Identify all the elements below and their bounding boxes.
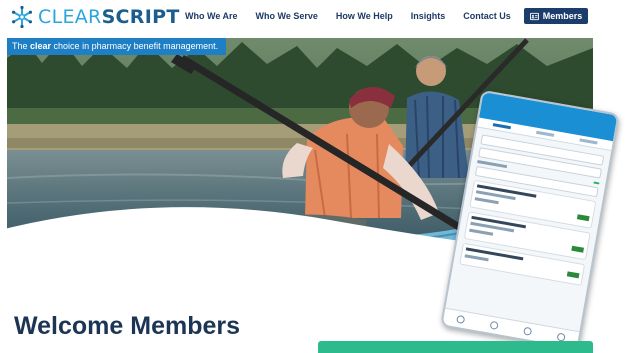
nav-how-we-help[interactable]: How We Help [336, 8, 393, 24]
page-title: Welcome Members [14, 312, 241, 340]
hero-tagline: The clear choice in pharmacy benefit man… [7, 38, 227, 55]
clearscript-logo[interactable]: CLEARSCRIPT [10, 5, 180, 29]
id-card-icon [529, 12, 539, 20]
logo-word-clear: CLEAR [38, 6, 102, 28]
members-cta-button[interactable] [318, 341, 593, 353]
main-nav: Who We Are Who We Serve How We Help Insi… [185, 8, 589, 24]
snowflake-icon [12, 5, 32, 29]
nav-who-we-are[interactable]: Who We Are [185, 8, 238, 24]
nav-who-we-serve[interactable]: Who We Serve [256, 8, 318, 24]
logo-word-script: SCRIPT [101, 6, 180, 28]
tagline-post: choice in pharmacy benefit management. [51, 41, 219, 51]
nav-contact-us[interactable]: Contact Us [463, 8, 511, 24]
nav-insights[interactable]: Insights [411, 8, 446, 24]
site-header: CLEARSCRIPT Who We Are Who We Serve How … [0, 0, 626, 38]
phone-body [452, 127, 611, 293]
tagline-bold: clear [30, 41, 52, 51]
members-button[interactable]: Members [523, 8, 589, 24]
phone-chip [593, 180, 600, 184]
logo-wordmark: CLEARSCRIPT [38, 5, 180, 29]
members-button-label: Members [542, 11, 583, 21]
tagline-pre: The [12, 41, 31, 51]
